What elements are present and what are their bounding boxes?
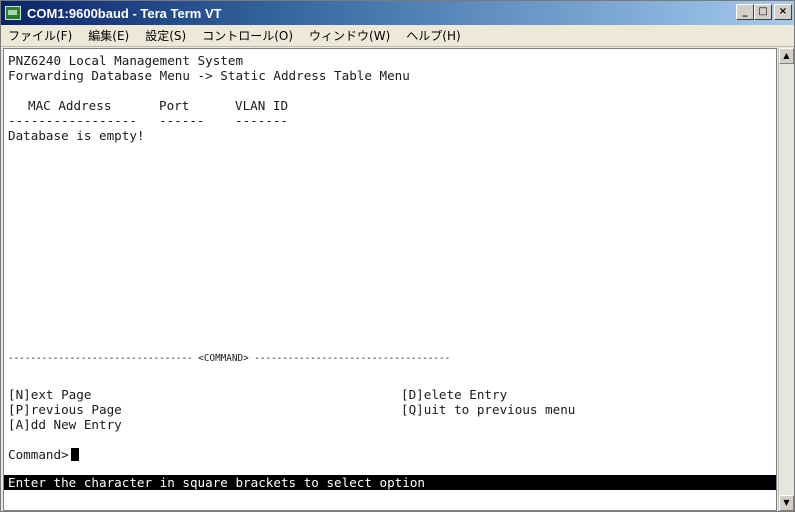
scroll-up-button[interactable]: ▲ [779,48,794,64]
command-prompt-line[interactable]: Command> [8,447,79,462]
vertical-scrollbar[interactable]: ▲ ▼ [778,48,794,511]
status-message: Enter the character in square brackets t… [8,475,426,490]
column-header-vlan: VLAN ID [235,98,289,113]
empty-message: Database is empty! [8,128,145,143]
maximize-button[interactable]: □ [754,4,772,20]
minimize-icon: _ [742,6,748,17]
terminal-screen[interactable]: PNZ6240 Local Management System Forwardi… [3,48,777,511]
command-separator: --------------------------------- <COMMA… [8,353,451,364]
command-delete-entry: [D]elete Entry [401,387,508,402]
command-next-page: [N]ext Page [8,387,92,402]
column-underline-port: ------ [159,113,205,128]
minimize-button[interactable]: _ [736,4,754,20]
column-underline-mac: ----------------- [8,113,137,128]
command-previous-page: [P]revious Page [8,402,122,417]
menu-item-edit[interactable]: 編集(E) [81,27,138,44]
command-add-entry: [A]dd New Entry [8,417,122,432]
caption-buttons: _ □ × [736,4,792,20]
maximize-icon: □ [758,6,768,17]
text-cursor [70,448,79,461]
close-icon: × [778,6,788,17]
tera-term-window: COM1:9600baud - Tera Term VT _ □ × ファイル(… [0,0,795,512]
menu-bar: ファイル(F) 編集(E) 設定(S) コントロール(O) ウィンドウ(W) ヘ… [1,25,794,47]
status-line: Enter the character in square brackets t… [4,475,776,490]
menu-item-help[interactable]: ヘルプ(H) [399,27,469,44]
title-bar[interactable]: COM1:9600baud - Tera Term VT _ □ × [1,1,794,25]
menu-item-file[interactable]: ファイル(F) [1,27,81,44]
arrow-up-icon: ▲ [783,51,790,60]
arrow-down-icon: ▼ [783,498,790,507]
header-menu-path: Forwarding Database Menu -> Static Addre… [8,68,410,83]
window-title: COM1:9600baud - Tera Term VT [27,5,222,21]
command-quit: [Q]uit to previous menu [401,402,576,417]
menu-item-control[interactable]: コントロール(O) [195,27,302,44]
scroll-thumb[interactable] [779,64,794,480]
close-button[interactable]: × [774,4,792,20]
command-prompt: Command> [8,447,69,462]
menu-item-setup[interactable]: 設定(S) [138,27,195,44]
tera-term-icon[interactable] [5,6,21,20]
column-header-port: Port [159,98,190,113]
scroll-down-button[interactable]: ▼ [779,495,794,511]
header-system-name: PNZ6240 Local Management System [8,53,244,68]
column-underline-vlan: ------- [235,113,289,128]
menu-item-window[interactable]: ウィンドウ(W) [302,27,399,44]
column-header-mac: MAC Address [28,98,112,113]
